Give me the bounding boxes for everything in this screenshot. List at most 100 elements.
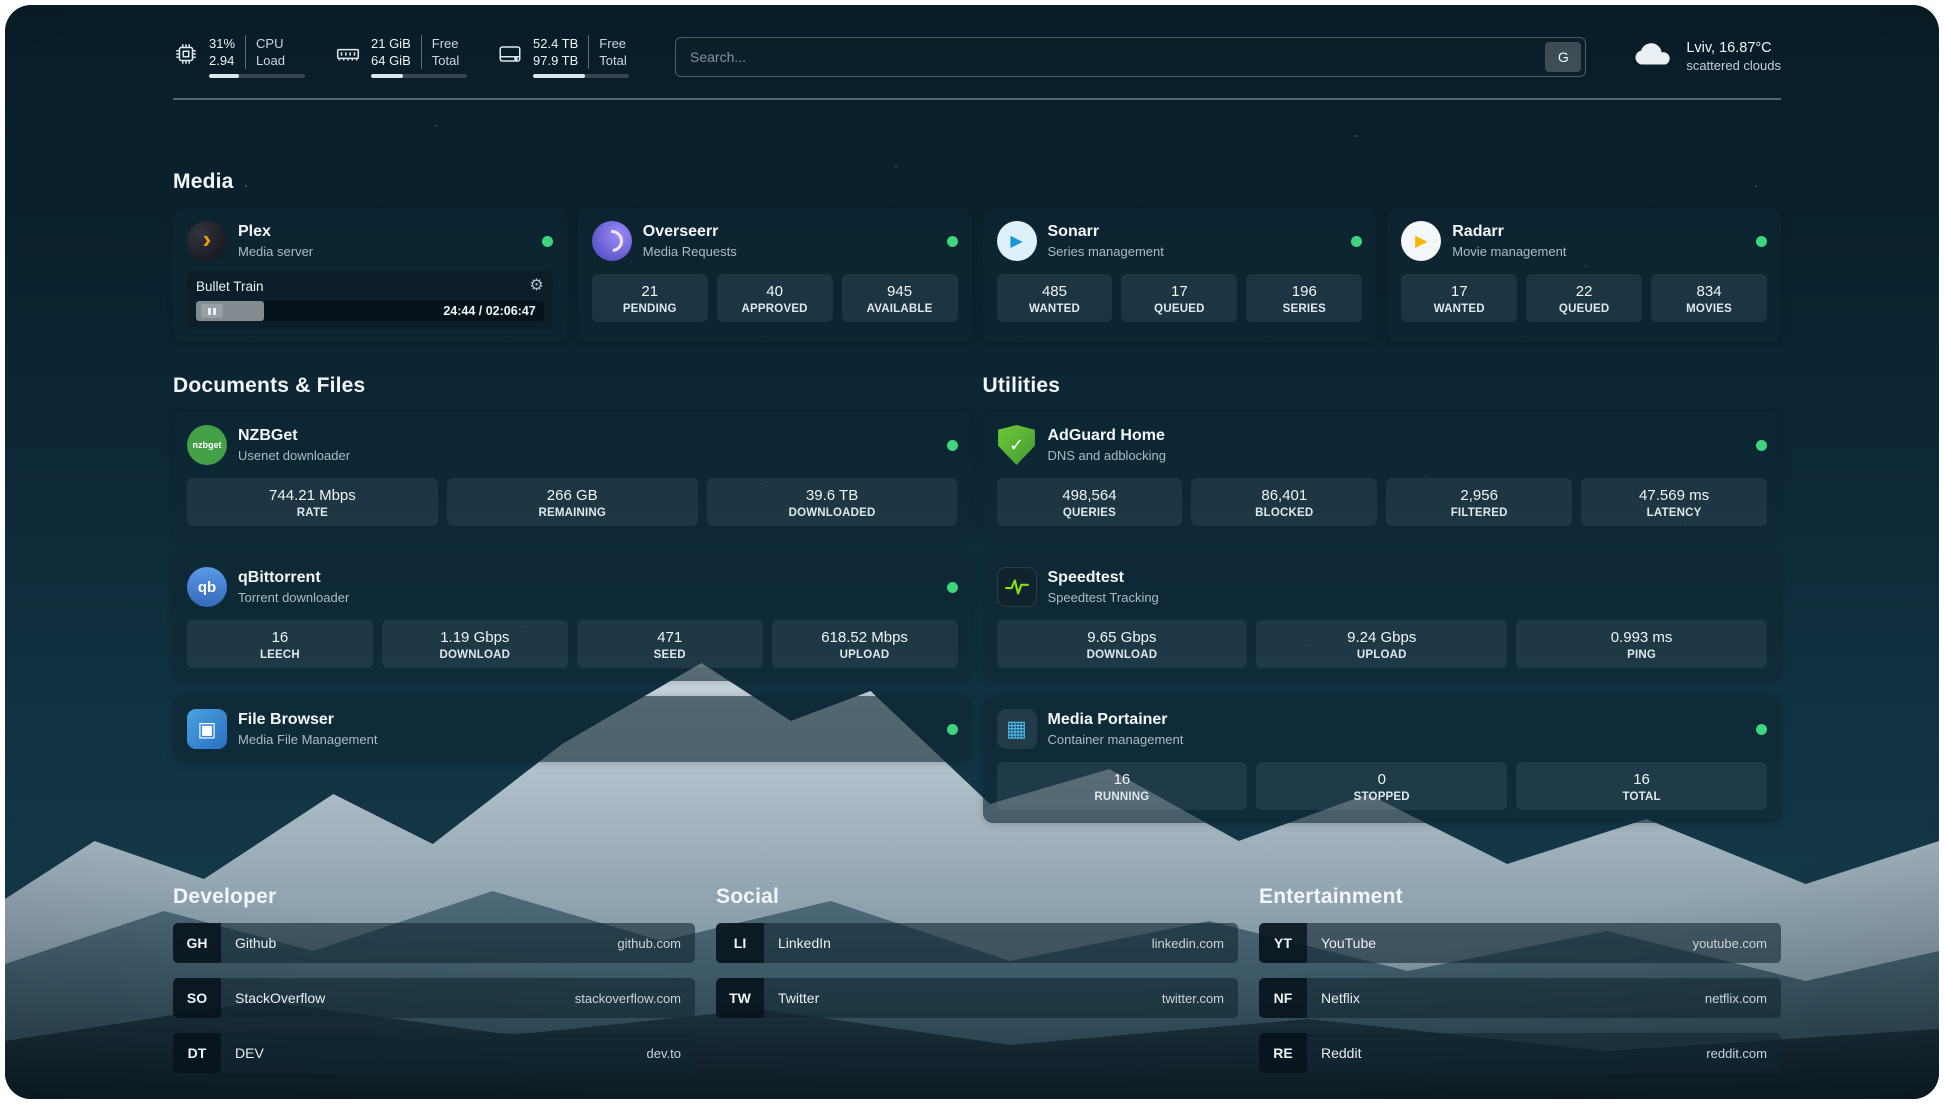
service-desc: Container management <box>1048 731 1184 748</box>
card-speedtest[interactable]: Speedtest Speedtest Tracking 9.65 GbpsDO… <box>983 554 1782 681</box>
metric-divider <box>421 35 422 69</box>
bookmark-twitter[interactable]: TW Twitter twitter.com <box>716 978 1238 1018</box>
bookmark-abbr: TW <box>716 978 764 1018</box>
settings-gear-icon[interactable]: ⚙ <box>529 278 543 294</box>
cloud-icon <box>1632 40 1674 73</box>
stat-download: 9.65 GbpsDOWNLOAD <box>997 620 1248 668</box>
weather-widget: Lviv, 16.87°C scattered clouds <box>1632 40 1781 73</box>
bookmark-abbr: GH <box>173 923 221 963</box>
service-desc: Speedtest Tracking <box>1048 589 1159 606</box>
pause-button[interactable] <box>201 304 223 318</box>
stat-rate: 744.21 MbpsRATE <box>187 478 438 526</box>
bookmark-youtube[interactable]: YT YouTube youtube.com <box>1259 923 1781 963</box>
stat-stopped: 0STOPPED <box>1256 762 1507 810</box>
bookmarks-social: Social LI LinkedIn linkedin.com TW Twitt… <box>716 885 1238 1073</box>
stat-blocked: 86,401BLOCKED <box>1191 478 1377 526</box>
section-title-utilities: Utilities <box>983 374 1782 398</box>
nzbget-icon: nzbget <box>187 425 227 465</box>
search-bar: G <box>675 37 1586 77</box>
bookmark-name: YouTube <box>1321 935 1376 951</box>
status-dot <box>1756 440 1767 451</box>
card-qbittorrent[interactable]: qb qBittorrent Torrent downloader 16LEEC… <box>173 554 972 681</box>
bookmark-reddit[interactable]: RE Reddit reddit.com <box>1259 1033 1781 1073</box>
card-sonarr[interactable]: ▶ Sonarr Series management 485WANTED 17Q… <box>983 208 1377 342</box>
service-desc: Media File Management <box>238 731 377 748</box>
bookmark-url: youtube.com <box>1693 936 1767 951</box>
stat-latency: 47.569 msLATENCY <box>1581 478 1767 526</box>
bookmark-abbr: YT <box>1259 923 1307 963</box>
utilities-column: Utilities ✓ AdGuard Home DNS and adblock… <box>983 374 1782 823</box>
ram-icon <box>335 41 361 72</box>
status-dot <box>947 724 958 735</box>
stat-series: 196SERIES <box>1246 274 1362 322</box>
disk-labels: FreeTotal <box>599 35 626 69</box>
system-metrics: 31%2.94 CPULoad <box>173 35 629 78</box>
cpu-values: 31%2.94 <box>209 35 235 69</box>
card-filebrowser[interactable]: ▣ File Browser Media File Management <box>173 696 972 762</box>
card-radarr[interactable]: ▶ Radarr Movie management 17WANTED 22QUE… <box>1387 208 1781 342</box>
bookmark-dev[interactable]: DT DEV dev.to <box>173 1033 695 1073</box>
bookmark-url: netflix.com <box>1705 991 1767 1006</box>
service-desc: Series management <box>1048 243 1164 260</box>
status-dot <box>1351 236 1362 247</box>
service-name: Plex <box>238 222 313 242</box>
card-adguard[interactable]: ✓ AdGuard Home DNS and adblocking 498,56… <box>983 412 1782 539</box>
stat-queued: 22QUEUED <box>1526 274 1642 322</box>
ram-labels: FreeTotal <box>432 35 459 69</box>
cpu-icon <box>173 41 199 72</box>
service-desc: Media Requests <box>643 243 737 260</box>
status-dot <box>947 440 958 451</box>
stars-decoration <box>5 5 7 7</box>
section-title-developer: Developer <box>173 885 695 909</box>
stat-pending: 21PENDING <box>592 274 708 322</box>
bookmark-name: Twitter <box>778 990 819 1006</box>
bookmark-url: github.com <box>617 936 681 951</box>
metric-divider <box>245 35 246 69</box>
service-name: Radarr <box>1452 222 1566 242</box>
bookmark-url: dev.to <box>647 1046 681 1061</box>
bookmark-name: LinkedIn <box>778 935 831 951</box>
bookmark-github[interactable]: GH Github github.com <box>173 923 695 963</box>
bookmark-stackoverflow[interactable]: SO StackOverflow stackoverflow.com <box>173 978 695 1018</box>
stat-download: 1.19 GbpsDOWNLOAD <box>382 620 568 668</box>
stat-wanted: 485WANTED <box>997 274 1113 322</box>
sonarr-icon: ▶ <box>997 221 1037 261</box>
card-plex[interactable]: › Plex Media server Bullet Train ⚙ <box>173 208 567 342</box>
bookmark-name: Reddit <box>1321 1045 1361 1061</box>
ram-progress-bar <box>371 74 467 78</box>
service-name: Overseerr <box>643 222 737 242</box>
ram-values: 21 GiB64 GiB <box>371 35 411 69</box>
search-engine-button[interactable]: G <box>1545 42 1581 72</box>
now-playing-title: Bullet Train <box>196 279 264 294</box>
service-desc: DNS and adblocking <box>1048 447 1167 464</box>
stat-available: 945AVAILABLE <box>842 274 958 322</box>
bookmark-name: Netflix <box>1321 990 1360 1006</box>
section-title-entertainment: Entertainment <box>1259 885 1781 909</box>
disk-icon <box>497 41 523 72</box>
cpu-widget: 31%2.94 CPULoad <box>173 35 305 78</box>
header-divider <box>173 98 1781 100</box>
bookmark-abbr: RE <box>1259 1033 1307 1073</box>
bookmark-url: linkedin.com <box>1152 936 1224 951</box>
service-name: File Browser <box>238 710 377 730</box>
stat-running: 16RUNNING <box>997 762 1248 810</box>
bookmark-netflix[interactable]: NF Netflix netflix.com <box>1259 978 1781 1018</box>
plex-icon: › <box>187 221 227 261</box>
bookmark-name: DEV <box>235 1045 264 1061</box>
disk-progress-bar <box>533 74 629 78</box>
service-name: AdGuard Home <box>1048 426 1167 446</box>
stat-movies: 834MOVIES <box>1651 274 1767 322</box>
card-overseerr[interactable]: Overseerr Media Requests 21PENDING 40APP… <box>578 208 972 342</box>
card-portainer[interactable]: ▦ Media Portainer Container management 1… <box>983 696 1782 823</box>
bookmark-linkedin[interactable]: LI LinkedIn linkedin.com <box>716 923 1238 963</box>
radarr-icon: ▶ <box>1401 221 1441 261</box>
service-name: qBittorrent <box>238 568 349 588</box>
search-input[interactable] <box>675 37 1586 77</box>
status-dot <box>1756 236 1767 247</box>
card-nzbget[interactable]: nzbget NZBGet Usenet downloader 744.21 M… <box>173 412 972 539</box>
bookmark-url: reddit.com <box>1706 1046 1767 1061</box>
metric-divider <box>588 35 589 69</box>
bookmarks-developer: Developer GH Github github.com SO StackO… <box>173 885 695 1073</box>
stat-queued: 17QUEUED <box>1121 274 1237 322</box>
adguard-icon: ✓ <box>997 425 1037 465</box>
